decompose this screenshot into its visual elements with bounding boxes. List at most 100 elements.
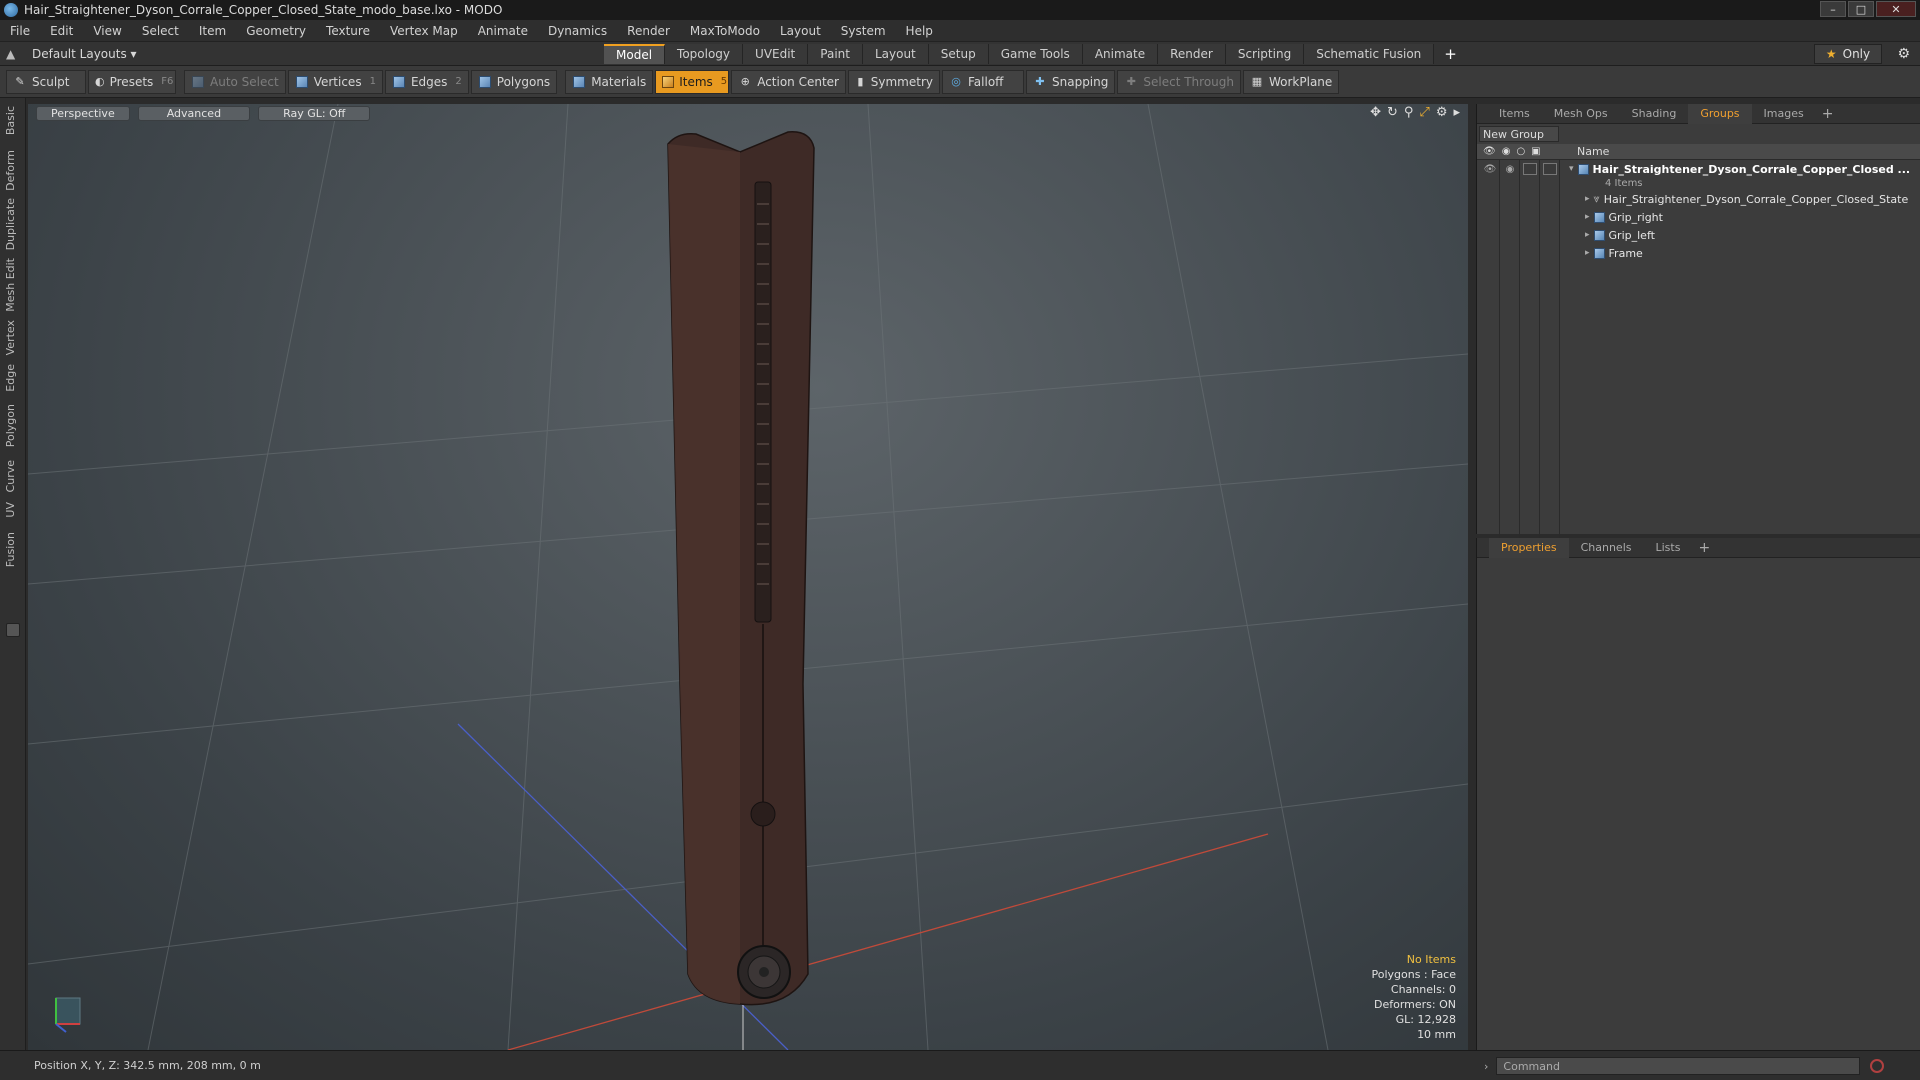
tree-item-frame[interactable]: ▸ Frame — [1477, 244, 1920, 262]
tab-shading[interactable]: Shading — [1620, 104, 1689, 124]
snapping-button[interactable]: ✚ Snapping — [1026, 69, 1116, 94]
left-tab-polygon[interactable]: Polygon — [4, 404, 17, 447]
menu-geometry[interactable]: Geometry — [236, 24, 316, 38]
presets-button[interactable]: ◐ Presets F6 — [88, 69, 176, 94]
left-tab-uv[interactable]: UV — [4, 502, 17, 518]
tab-items[interactable]: Items — [1477, 104, 1542, 124]
tab-groups[interactable]: Groups — [1688, 103, 1752, 124]
perspective-button[interactable]: Perspective — [36, 105, 130, 121]
menu-view[interactable]: View — [83, 24, 131, 38]
menu-file[interactable]: File — [0, 24, 40, 38]
left-tab-edge[interactable]: Edge — [4, 364, 17, 392]
select-checkbox[interactable] — [1543, 163, 1557, 175]
menu-layout[interactable]: Layout — [770, 24, 831, 38]
lock-column-icon[interactable]: ○ — [1516, 146, 1525, 157]
minimize-button[interactable]: – — [1820, 1, 1846, 17]
left-tab-curve[interactable]: Curve — [4, 460, 17, 492]
collapse-arrow-icon[interactable]: ▾ — [1569, 164, 1574, 174]
menu-system[interactable]: System — [831, 24, 896, 38]
group-row[interactable]: 👁 ◉ ▾ Hair_Straightener_Dyson_Corrale_Co… — [1477, 160, 1920, 178]
menu-render[interactable]: Render — [617, 24, 680, 38]
materials-button[interactable]: Materials — [565, 69, 654, 94]
visibility-column-icon[interactable]: 👁 — [1483, 146, 1496, 157]
render-column-icon[interactable]: ◉ — [1502, 146, 1511, 157]
command-input[interactable] — [1496, 1057, 1861, 1075]
select-column-icon[interactable]: ▣ — [1531, 146, 1540, 157]
only-button[interactable]: ★ Only — [1814, 44, 1882, 64]
tab-paint[interactable]: Paint — [808, 44, 863, 64]
action-center-button[interactable]: ⊕ Action Center — [731, 69, 846, 94]
tab-uvedit[interactable]: UVEdit — [743, 44, 809, 64]
workplane-button[interactable]: ▦ WorkPlane — [1242, 69, 1340, 94]
falloff-button[interactable]: ◎ Falloff — [942, 69, 1024, 94]
left-tab-basic[interactable]: Basic — [4, 106, 17, 135]
tree-item-locator[interactable]: ▸ ⩔ Hair_Straightener_Dyson_Corrale_Copp… — [1477, 190, 1920, 208]
scene-panel-add-tab[interactable]: + — [1816, 106, 1840, 122]
tab-animate[interactable]: Animate — [1082, 44, 1159, 64]
menu-texture[interactable]: Texture — [316, 24, 380, 38]
raygl-button[interactable]: Ray GL: Off — [258, 105, 371, 121]
3d-viewport[interactable]: Perspective Advanced Ray GL: Off ✥ ↻ ⚲ ⤢… — [28, 104, 1468, 1050]
tab-topology[interactable]: Topology — [665, 44, 744, 64]
expand-arrow-icon[interactable]: ▸ — [1585, 194, 1590, 204]
menu-maxtomodo[interactable]: MaxToModo — [680, 24, 770, 38]
fit-icon[interactable]: ⤢ — [1419, 105, 1429, 120]
tab-mesh-ops[interactable]: Mesh Ops — [1542, 104, 1620, 124]
tab-layout[interactable]: Layout — [862, 44, 929, 64]
symmetry-button[interactable]: ▮ Symmetry — [848, 69, 940, 94]
menu-dynamics[interactable]: Dynamics — [538, 24, 617, 38]
advanced-button[interactable]: Advanced — [137, 105, 251, 121]
polygons-button[interactable]: Polygons — [470, 69, 558, 94]
visibility-eye-icon[interactable]: 👁 — [1483, 163, 1497, 175]
left-tab-vertex[interactable]: Vertex — [4, 320, 17, 355]
tab-render[interactable]: Render — [1158, 44, 1226, 64]
rotate-icon[interactable]: ↻ — [1387, 105, 1398, 120]
record-macro-icon[interactable] — [1870, 1059, 1885, 1073]
tab-setup[interactable]: Setup — [928, 44, 989, 64]
tree-item-grip-left[interactable]: ▸ Grip_left — [1477, 226, 1920, 244]
menu-vertex-map[interactable]: Vertex Map — [380, 24, 468, 38]
sculpt-button[interactable]: ✎ Sculpt — [6, 69, 86, 94]
properties-panel-add-tab[interactable]: + — [1692, 540, 1716, 556]
left-tab-duplicate[interactable]: Duplicate — [4, 198, 17, 250]
close-button[interactable]: ✕ — [1876, 1, 1916, 17]
hair-straightener-model[interactable] — [667, 131, 815, 1006]
auto-select-button[interactable]: Auto Select — [184, 69, 286, 94]
viewport-settings-icon[interactable]: ⚙ — [1436, 105, 1448, 120]
tab-schematic-fusion[interactable]: Schematic Fusion — [1304, 44, 1435, 64]
left-tab-fusion[interactable]: Fusion — [4, 532, 17, 567]
tab-images[interactable]: Images — [1752, 104, 1816, 124]
tree-item-grip-right[interactable]: ▸ Grip_right — [1477, 208, 1920, 226]
menu-edit[interactable]: Edit — [40, 24, 83, 38]
vertices-button[interactable]: Vertices 1 — [287, 69, 383, 94]
zoom-icon[interactable]: ⚲ — [1404, 105, 1414, 120]
select-through-button[interactable]: ✚ Select Through — [1117, 69, 1241, 94]
menu-animate[interactable]: Animate — [468, 24, 538, 38]
lock-checkbox[interactable] — [1523, 163, 1537, 175]
expand-arrow-icon[interactable]: ▸ — [1585, 248, 1590, 258]
left-tab-mesh-edit[interactable]: Mesh Edit — [4, 258, 17, 312]
tab-properties[interactable]: Properties — [1489, 537, 1569, 558]
expand-arrow-icon[interactable]: ▸ — [1453, 105, 1460, 120]
expand-arrow-icon[interactable]: ▸ — [1585, 212, 1590, 222]
left-panel-toggle[interactable] — [6, 623, 20, 637]
tab-channels[interactable]: Channels — [1569, 538, 1644, 558]
menu-help[interactable]: Help — [896, 24, 943, 38]
gear-icon[interactable]: ⚙ — [1897, 46, 1910, 62]
left-tab-deform[interactable]: Deform — [4, 150, 17, 191]
expand-arrow-icon[interactable]: ▸ — [1585, 230, 1590, 240]
edges-button[interactable]: Edges 2 — [384, 69, 469, 94]
tab-model[interactable]: Model — [604, 44, 666, 64]
pan-icon[interactable]: ✥ — [1370, 105, 1381, 120]
add-tab-button[interactable]: + — [1434, 44, 1467, 64]
menu-item[interactable]: Item — [189, 24, 236, 38]
name-column-header[interactable]: Name — [1569, 145, 1609, 158]
new-group-button[interactable]: New Group — [1479, 126, 1559, 142]
menu-select[interactable]: Select — [132, 24, 189, 38]
items-button[interactable]: Items 5 — [655, 69, 730, 94]
tab-scripting[interactable]: Scripting — [1225, 44, 1305, 64]
tab-game-tools[interactable]: Game Tools — [988, 44, 1083, 64]
tab-lists[interactable]: Lists — [1644, 538, 1693, 558]
render-toggle-icon[interactable]: ◉ — [1503, 163, 1517, 175]
layout-selector[interactable]: ▲ Default Layouts ▾ — [6, 47, 137, 61]
